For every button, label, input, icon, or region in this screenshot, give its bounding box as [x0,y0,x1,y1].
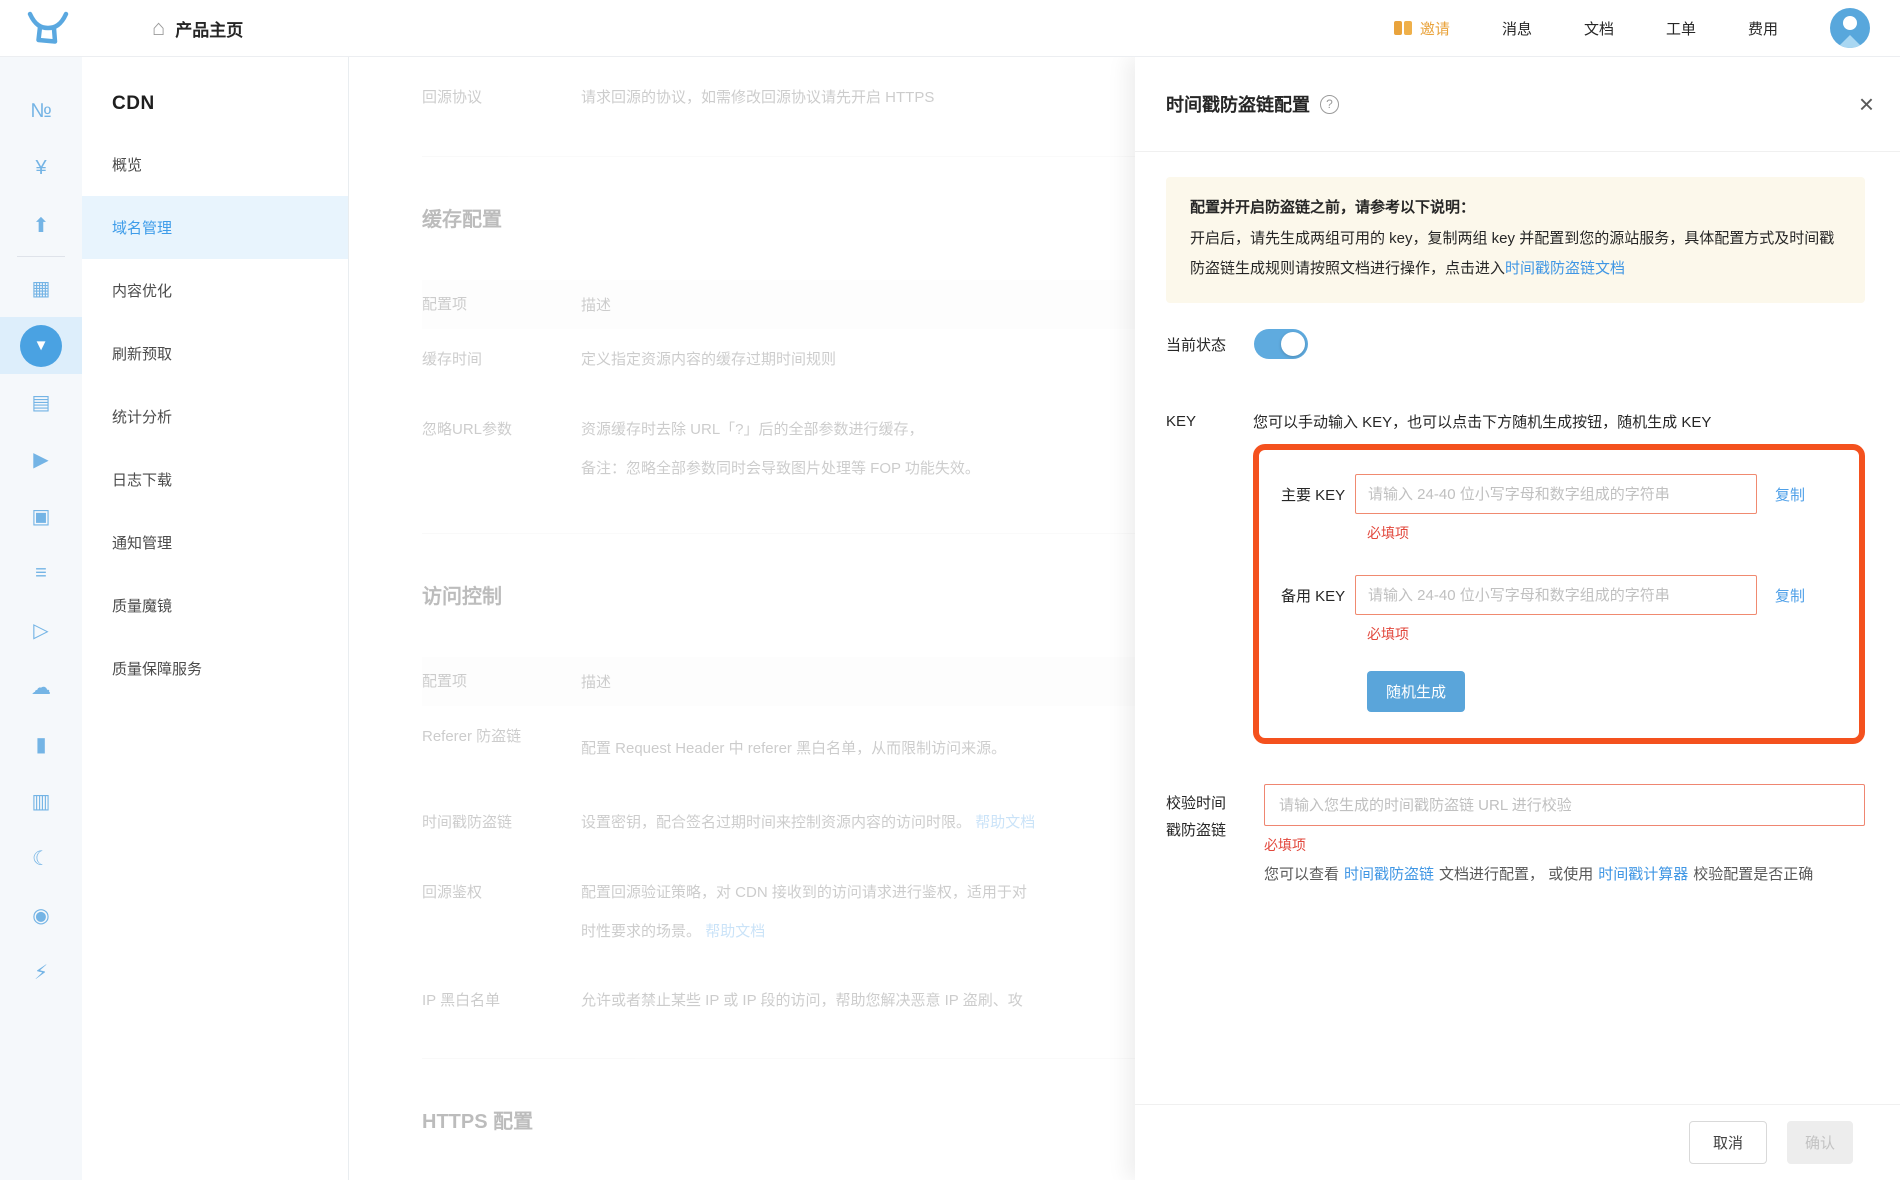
film-icon[interactable]: ▣ [0,488,82,545]
help-doc-link[interactable]: 帮助文档 [975,814,1035,831]
required-hint: 必填项 [1367,523,1859,543]
cloud-mail-icon[interactable]: ☁ [0,659,82,716]
timestamp-calculator-link[interactable]: 时间戳计算器 [1598,866,1688,883]
database-icon[interactable]: ▥ [0,773,82,830]
brand-logo[interactable] [26,9,70,47]
sidebar-item-domain-management[interactable]: 域名管理 [82,196,348,259]
timestamp-antileech-drawer: 时间戳防盗链配置 ? × 配置并开启防盗链之前，请参考以下说明： 开启后，请先生… [1135,57,1900,1180]
sidebar-item-log-download[interactable]: 日志下载 [82,448,348,511]
config-desc: 请求回源的协议，如需修改回源协议请先开启 HTTPS [581,86,934,156]
status-row: 当前状态 [1166,329,1865,359]
random-generate-button[interactable]: 随机生成 [1367,671,1465,712]
config-label: 回源协议 [422,86,581,156]
storage-icon[interactable]: ▤ [0,374,82,431]
topbar: ⌂ 产品主页 邀请 消息 文档 工单 费用 [0,0,1900,57]
key-section-label: KEY [1166,413,1253,430]
sidebar-item-notification[interactable]: 通知管理 [82,511,348,574]
top-nav: 邀请 消息 文档 工单 费用 [1394,8,1870,48]
primary-key-row: 主要 KEY 复制 [1281,474,1859,514]
copy-backup-key-link[interactable]: 复制 [1775,585,1805,606]
backup-key-label: 备用 KEY [1281,585,1355,606]
nav-messages[interactable]: 消息 [1502,18,1532,39]
rail-divider [17,256,65,257]
tuning-icon[interactable]: ≡ [0,545,82,602]
video-icon[interactable]: ▷ [0,602,82,659]
key-section-hint: 您可以手动输入 KEY，也可以点击下方随机生成按钮，随机生成 KEY [1253,411,1711,432]
notice-body: 开启后，请先生成两组可用的 key，复制两组 key 并配置到您的源站服务，具体… [1190,224,1841,284]
primary-key-input[interactable] [1355,474,1757,514]
verify-column: 必填项 您可以查看时间戳防盗链文档进行配置， 或使用时间戳计算器校验配置是否正确 [1264,784,1865,889]
lightning-icon[interactable]: ⚡ [0,944,82,1001]
close-icon[interactable]: × [1859,91,1874,117]
drawer-body: 配置并开启防盗链之前，请参考以下说明： 开启后，请先生成两组可用的 key，复制… [1135,152,1900,1104]
sidebar-item-refresh-prefetch[interactable]: 刷新预取 [82,322,348,385]
page-title: 产品主页 [175,16,243,41]
icon-rail: № ¥ ⬆ ▦ ▼ ▤ ▶ ▣ ≡ ▷ ☁ ▮ ▥ ☾ ◉ ⚡ [0,57,82,1180]
annotation-highlight-box: 主要 KEY 复制 必填项 备用 KEY 复制 必填项 随机生成 [1253,444,1865,744]
help-icon[interactable]: ? [1320,95,1339,114]
backup-key-input[interactable] [1355,575,1757,615]
status-toggle[interactable] [1254,329,1308,359]
required-hint: 必填项 [1264,835,1865,855]
key-section-row: KEY 您可以手动输入 KEY，也可以点击下方随机生成按钮，随机生成 KEY [1166,411,1865,432]
timestamp-antileech-doc-link[interactable]: 时间戳防盗链 [1344,866,1434,883]
sidebar-title: CDN [112,93,348,115]
sidebar-item-statistics[interactable]: 统计分析 [82,385,348,448]
sidebar-item-content-optimization[interactable]: 内容优化 [82,259,348,322]
bull-logo-icon [26,10,70,46]
cancel-button[interactable]: 取消 [1689,1121,1767,1164]
book-icon[interactable]: ▮ [0,716,82,773]
cdn-icon[interactable]: ▼ [0,317,82,374]
notice-title: 配置并开启防盗链之前，请参考以下说明： [1190,194,1841,222]
cdn-sidebar: CDN 概览 域名管理 内容优化 刷新预取 统计分析 日志下载 通知管理 质量魔… [82,57,349,1180]
toggle-knob [1281,332,1305,356]
nav-billing[interactable]: 费用 [1748,18,1778,39]
dashboard-icon[interactable]: ▦ [0,260,82,317]
copy-primary-key-link[interactable]: 复制 [1775,484,1805,505]
brand-logo-icon[interactable]: № [0,83,82,140]
upload-icon[interactable]: ⬆ [0,197,82,254]
gift-icon [1394,21,1412,35]
timestamp-doc-link[interactable]: 时间戳防盗链文档 [1505,260,1625,277]
avatar[interactable] [1830,8,1870,48]
moon-icon[interactable]: ☾ [0,830,82,887]
verify-help-text: 您可以查看时间戳防盗链文档进行配置， 或使用时间戳计算器校验配置是否正确 [1264,861,1865,889]
verify-row: 校验时间 戳防盗链 必填项 您可以查看时间戳防盗链文档进行配置， 或使用时间戳计… [1166,784,1865,889]
sidebar-item-quality-assurance[interactable]: 质量保障服务 [82,637,348,700]
required-hint: 必填项 [1367,624,1859,644]
breadcrumb: ⌂ 产品主页 [152,16,243,41]
home-icon: ⌂ [152,17,165,39]
drawer-title: 时间戳防盗链配置 [1166,91,1310,117]
status-label: 当前状态 [1166,334,1254,355]
nav-tickets[interactable]: 工单 [1666,18,1696,39]
drawer-header: 时间戳防盗链配置 ? × [1135,57,1900,152]
sidebar-item-overview[interactable]: 概览 [82,133,348,196]
sidebar-item-quality-mirror[interactable]: 质量魔镜 [82,574,348,637]
verify-url-input[interactable] [1264,784,1865,826]
media-tv-icon[interactable]: ▶ [0,431,82,488]
confirm-button[interactable]: 确认 [1787,1121,1853,1164]
verify-label: 校验时间 戳防盗链 [1166,784,1264,889]
help-doc-link[interactable]: 帮助文档 [705,923,765,940]
backup-key-row: 备用 KEY 复制 [1281,575,1859,615]
nav-docs[interactable]: 文档 [1584,18,1614,39]
notice-box: 配置并开启防盗链之前，请参考以下说明： 开启后，请先生成两组可用的 key，复制… [1166,177,1865,303]
billing-icon[interactable]: ¥ [0,140,82,197]
drawer-footer: 取消 确认 [1135,1104,1900,1180]
target-icon[interactable]: ◉ [0,887,82,944]
primary-key-label: 主要 KEY [1281,484,1355,505]
nav-invite[interactable]: 邀请 [1394,18,1450,39]
